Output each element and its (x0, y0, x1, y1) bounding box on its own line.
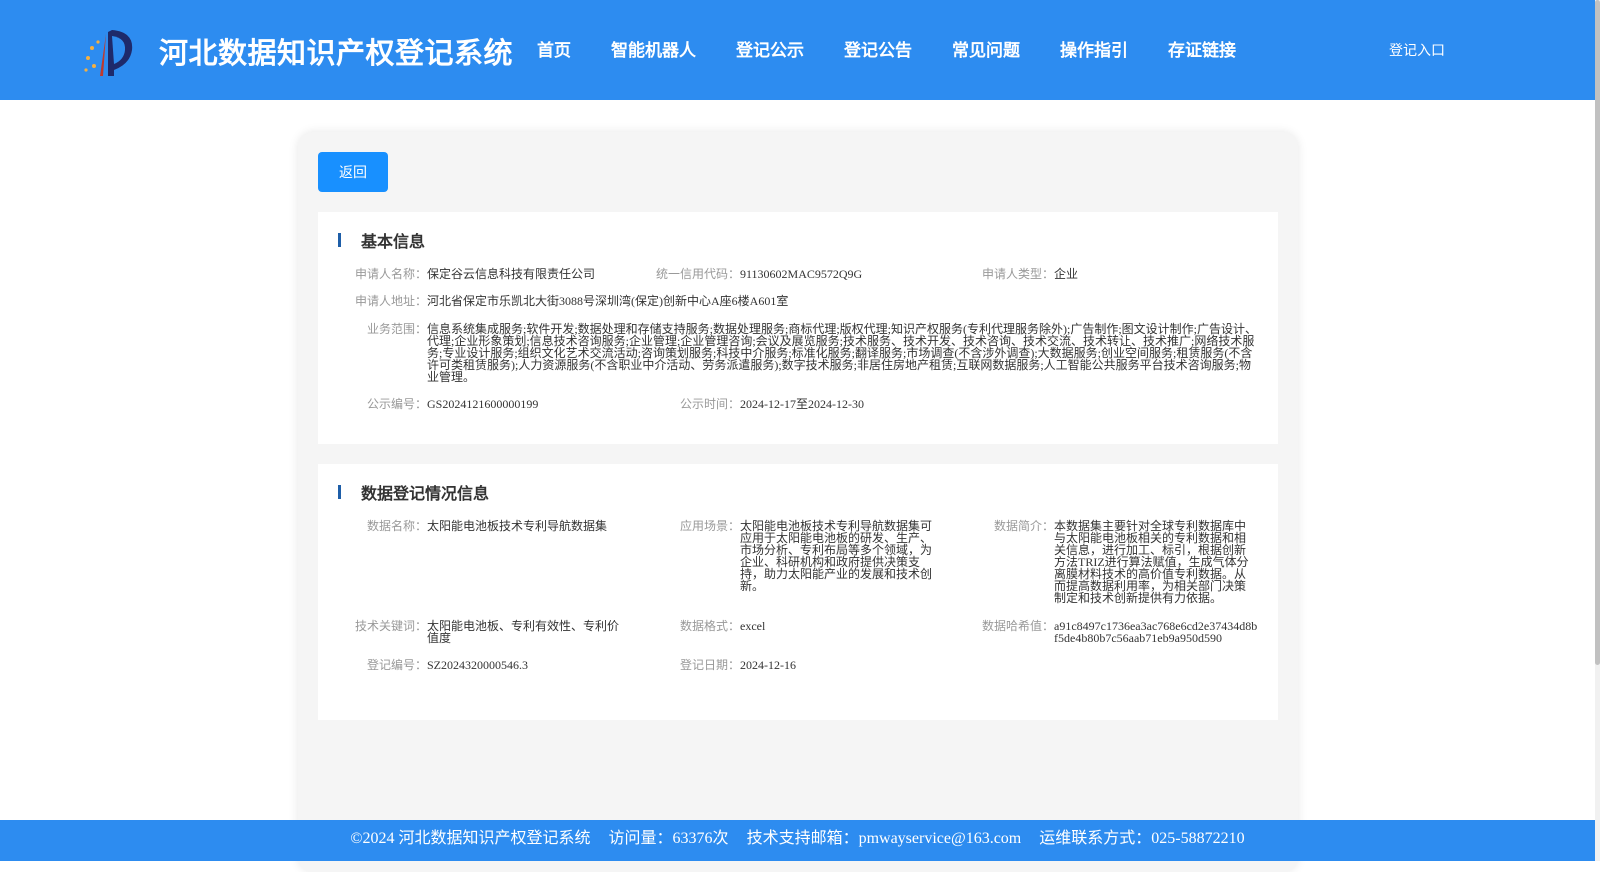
applicant-name-value: 保定谷云信息科技有限责任公司 (427, 267, 596, 281)
address-field: 申请人地址： 河北省保定市乐凯北大街3088号深圳湾(保定)创新中心A座6楼A6… (355, 294, 1247, 308)
footer-visits: 访问量：63376次 (608, 830, 729, 847)
applicant-type-field: 申请人类型： 企业 (982, 267, 1254, 281)
nav-publicity[interactable]: 登记公示 (736, 36, 804, 61)
basic-info-header: 基本信息 (338, 232, 425, 251)
summary-field: 数据简介： 本数据集主要针对全球专利数据库中与太阳能电池板相关的专利数据和相关信… (994, 519, 1250, 605)
notice-no-value: GS2024121600000199 (427, 397, 539, 411)
top-header: 河北数据知识产权登记系统 首页 智能机器人 登记公示 登记公告 常见问题 操作指… (0, 0, 1595, 100)
field-label: 公示编号： (366, 397, 427, 411)
applicant-type-value: 企业 (1054, 267, 1079, 281)
field-label: 数据格式： (679, 619, 740, 633)
address-value: 河北省保定市乐凯北大街3088号深圳湾(保定)创新中心A座6楼A601室 (427, 294, 789, 308)
reg-no-field: 登记编号： SZ2024320000546.3 (367, 658, 627, 672)
field-label: 登记编号： (366, 658, 427, 672)
notice-time-value: 2024-12-17至2024-12-30 (740, 397, 864, 411)
field-label: 应用场景： (679, 519, 740, 533)
field-label: 公示时间： (679, 397, 740, 411)
reg-date-value: 2024-12-16 (740, 658, 796, 672)
nav-announcement[interactable]: 登记公告 (844, 36, 912, 61)
format-field: 数据格式： excel (680, 619, 935, 633)
format-value: excel (740, 619, 766, 633)
credit-code-field: 统一信用代码： 91130602MAC9572Q9G (656, 267, 940, 281)
notice-no-field: 公示编号： GS2024121600000199 (367, 397, 647, 411)
field-label: 申请人名称： (354, 267, 427, 281)
reg-no-value: SZ2024320000546.3 (427, 658, 529, 672)
hash-field: 数据哈希值： a91c8497c1736ea3ac768e6cd2e37434d… (982, 619, 1259, 645)
field-label: 统一信用代码： (655, 267, 740, 281)
field-label: 登记日期： (679, 658, 740, 672)
nav-guide[interactable]: 操作指引 (1060, 36, 1128, 61)
field-label: 数据哈希值： (981, 619, 1054, 633)
hash-value: a91c8497c1736ea3ac768e6cd2e37434d8bf5de4… (1054, 619, 1258, 645)
nav-home[interactable]: 首页 (537, 36, 571, 61)
nav-faq[interactable]: 常见问题 (952, 36, 1020, 61)
field-label: 业务范围： (366, 322, 427, 336)
nav-evidence-link[interactable]: 存证链接 (1168, 36, 1236, 61)
login-link[interactable]: 登记入口 (1389, 40, 1445, 60)
applicant-name-field: 申请人名称： 保定谷云信息科技有限责任公司 (355, 267, 627, 281)
section-title: 数据登记情况信息 (361, 484, 490, 503)
footer: ©2024 河北数据知识产权登记系统 访问量：63376次 技术支持邮箱：pmw… (0, 820, 1595, 861)
reg-date-field: 登记日期： 2024-12-16 (680, 658, 940, 672)
scenario-field: 应用场景： 太阳能电池板技术专利导航数据集可应用于太阳能电池板的研发、生产、市场… (680, 519, 935, 593)
field-label: 数据简介： (993, 519, 1054, 533)
data-name-field: 数据名称： 太阳能电池板技术专利导航数据集 (367, 519, 627, 533)
data-name-value: 太阳能电池板技术专利导航数据集 (427, 519, 608, 533)
scrollbar-thumb[interactable] (1595, 0, 1600, 665)
site-title: 河北数据知识产权登记系统 (159, 36, 514, 70)
credit-code-value: 91130602MAC9572Q9G (740, 267, 863, 281)
field-label: 数据名称： (366, 519, 427, 533)
keywords-field: 技术关键词： 太阳能电池板、专利有效性、专利价值度 (355, 619, 622, 645)
basic-info-section: 基本信息 申请人名称： 保定谷云信息科技有限责任公司 统一信用代码： 91130… (318, 212, 1278, 444)
section-title: 基本信息 (361, 232, 426, 251)
scenario-value: 太阳能电池板技术专利导航数据集可应用于太阳能电池板的研发、生产、市场分析、专利布… (740, 519, 933, 593)
field-label: 申请人类型： (981, 267, 1054, 281)
business-scope-field: 业务范围： 信息系统集成服务;软件开发;数据处理和存储支持服务;数据处理服务;商… (367, 322, 1258, 384)
nav-robot[interactable]: 智能机器人 (611, 36, 696, 61)
section-marker (338, 485, 341, 499)
summary-value: 本数据集主要针对全球专利数据库中与太阳能电池板相关的专利数据和相关信息，进行加工… (1054, 519, 1249, 605)
footer-phone: 运维联系方式：025-58872210 (1039, 830, 1245, 847)
data-info-header: 数据登记情况信息 (338, 484, 489, 503)
footer-copyright: ©2024 河北数据知识产权登记系统 (350, 830, 591, 847)
footer-email: 技术支持邮箱：pmwayservice@163.com (746, 830, 1022, 847)
business-scope-value: 信息系统集成服务;软件开发;数据处理和存储支持服务;数据处理服务;商标代理;版权… (427, 322, 1258, 384)
notice-time-field: 公示时间： 2024-12-17至2024-12-30 (680, 397, 960, 411)
field-label: 申请人地址： (354, 294, 427, 308)
section-marker (338, 233, 341, 247)
data-info-section: 数据登记情况信息 数据名称： 太阳能电池板技术专利导航数据集 应用场景： 太阳能… (318, 464, 1278, 720)
logo-icon (84, 30, 133, 76)
back-button[interactable]: 返回 (318, 152, 388, 192)
field-label: 技术关键词： (354, 619, 427, 633)
main-nav: 首页 智能机器人 登记公示 登记公告 常见问题 操作指引 存证链接 (537, 36, 1276, 61)
keywords-value: 太阳能电池板、专利有效性、专利价值度 (427, 619, 620, 645)
